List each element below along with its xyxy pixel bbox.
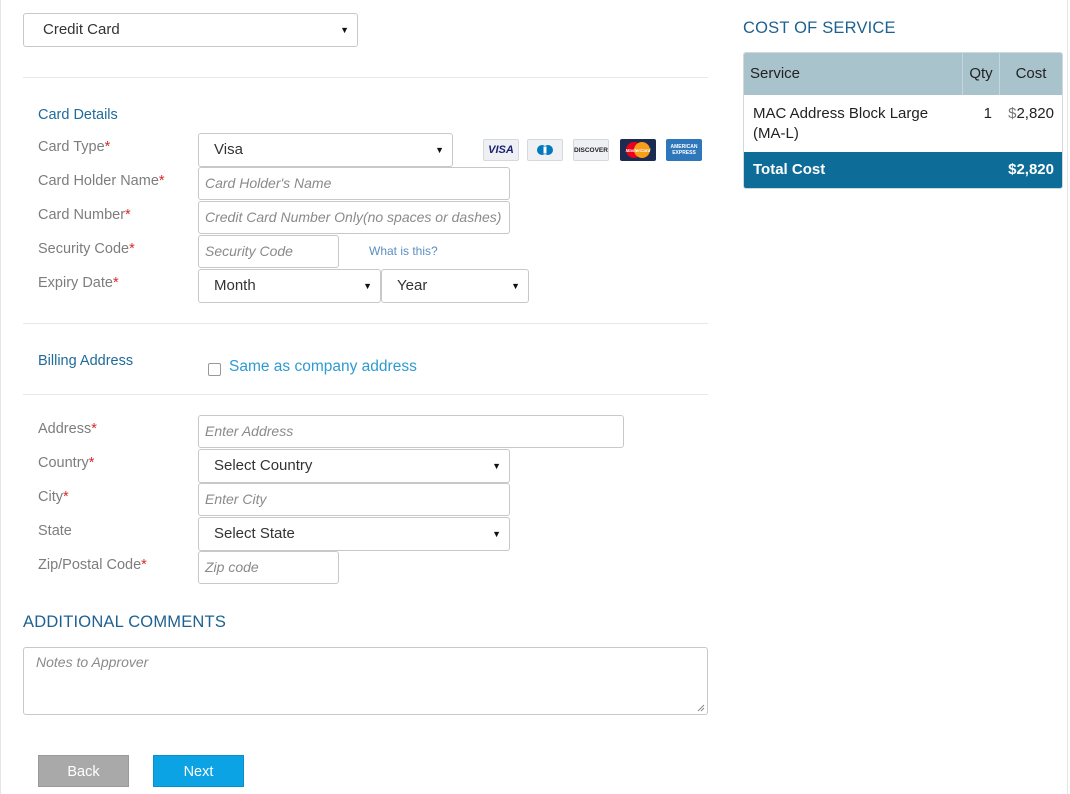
chevron-down-icon: ▼: [492, 461, 501, 471]
divider: [23, 77, 708, 78]
card-type-value: Visa: [214, 141, 243, 158]
same-as-company-label[interactable]: Same as company address: [229, 358, 417, 376]
payment-method-select[interactable]: Credit Card ▼: [23, 13, 358, 47]
city-label: City*: [38, 489, 69, 505]
address-input[interactable]: Enter Address: [198, 415, 624, 448]
payment-method-value: Credit Card: [43, 21, 120, 38]
column-header-qty: Qty: [963, 53, 1000, 95]
expiry-date-label: Expiry Date*: [38, 275, 119, 291]
same-as-company-checkbox[interactable]: [208, 363, 221, 376]
additional-comments-heading: ADDITIONAL COMMENTS: [23, 613, 227, 631]
card-number-label: Card Number*: [38, 207, 131, 223]
resize-handle-icon[interactable]: [697, 704, 705, 712]
state-label: State: [38, 523, 72, 539]
service-cell: MAC Address Block Large (MA-L): [753, 105, 929, 142]
card-holder-name-input[interactable]: Card Holder's Name: [198, 167, 510, 200]
card-holder-name-label: Card Holder Name*: [38, 173, 165, 189]
chevron-down-icon: ▼: [492, 529, 501, 539]
country-select[interactable]: Select Country ▼: [198, 449, 510, 483]
country-label: Country*: [38, 455, 95, 471]
cost-cell: $2,820: [1000, 95, 1062, 152]
divider: [23, 394, 708, 395]
address-label: Address*: [38, 421, 97, 437]
total-cost-value: $2,820: [1008, 161, 1054, 178]
back-button[interactable]: Back: [38, 755, 129, 787]
card-type-label: Card Type*: [38, 139, 111, 155]
billing-address-title: Billing Address: [38, 353, 134, 369]
card-details-title: Card Details: [38, 107, 118, 123]
what-is-this-link[interactable]: What is this?: [369, 244, 438, 258]
card-type-select[interactable]: Visa ▼: [198, 133, 453, 167]
state-select[interactable]: Select State ▼: [198, 517, 510, 551]
next-button[interactable]: Next: [153, 755, 244, 787]
divider: [23, 323, 708, 324]
expiry-month-select[interactable]: Month ▼: [198, 269, 381, 303]
discover-logo-icon: DISCOVER: [573, 139, 609, 161]
mastercard-logo-icon: MasterCard: [620, 139, 656, 161]
visa-logo-icon: VISA: [483, 139, 519, 161]
chevron-down-icon: ▼: [340, 25, 349, 35]
expiry-month-value: Month: [214, 277, 256, 294]
cost-table-header: Service Qty Cost: [744, 53, 1062, 95]
state-value: Select State: [214, 525, 295, 542]
diners-club-logo-icon: [527, 139, 563, 161]
card-number-input[interactable]: Credit Card Number Only(no spaces or das…: [198, 201, 510, 234]
notes-placeholder: Notes to Approver: [36, 654, 149, 670]
expiry-year-value: Year: [397, 277, 428, 294]
expiry-year-select[interactable]: Year ▼: [381, 269, 529, 303]
security-code-label: Security Code*: [38, 241, 135, 257]
zip-label: Zip/Postal Code*: [38, 557, 147, 573]
city-input[interactable]: Enter City: [198, 483, 510, 516]
page-edge-left: [0, 0, 1, 794]
cost-amount: 2,820: [1016, 105, 1054, 122]
qty-cell: 1: [983, 105, 992, 122]
zip-input[interactable]: Zip code: [198, 551, 339, 584]
chevron-down-icon: ▼: [363, 281, 372, 291]
chevron-down-icon: ▼: [435, 145, 444, 155]
total-cost-label: Total Cost: [753, 161, 826, 178]
table-row: MAC Address Block Large (MA-L) 1 $2,820: [744, 95, 1062, 152]
security-code-input[interactable]: Security Code: [198, 235, 339, 268]
cost-table: Service Qty Cost MAC Address Block Large…: [743, 52, 1063, 189]
total-cost-row: Total Cost $2,820: [744, 152, 1062, 188]
column-header-service: Service: [744, 53, 963, 95]
column-header-cost: Cost: [1015, 65, 1047, 82]
amex-logo-icon: AMERICAN EXPRESS: [666, 139, 702, 161]
svg-text:MasterCard: MasterCard: [626, 148, 651, 153]
chevron-down-icon: ▼: [511, 281, 520, 291]
country-value: Select Country: [214, 457, 313, 474]
notes-textarea[interactable]: Notes to Approver: [23, 647, 708, 715]
page-edge-right: [1067, 0, 1068, 794]
cost-of-service-heading: COST OF SERVICE: [743, 19, 896, 37]
